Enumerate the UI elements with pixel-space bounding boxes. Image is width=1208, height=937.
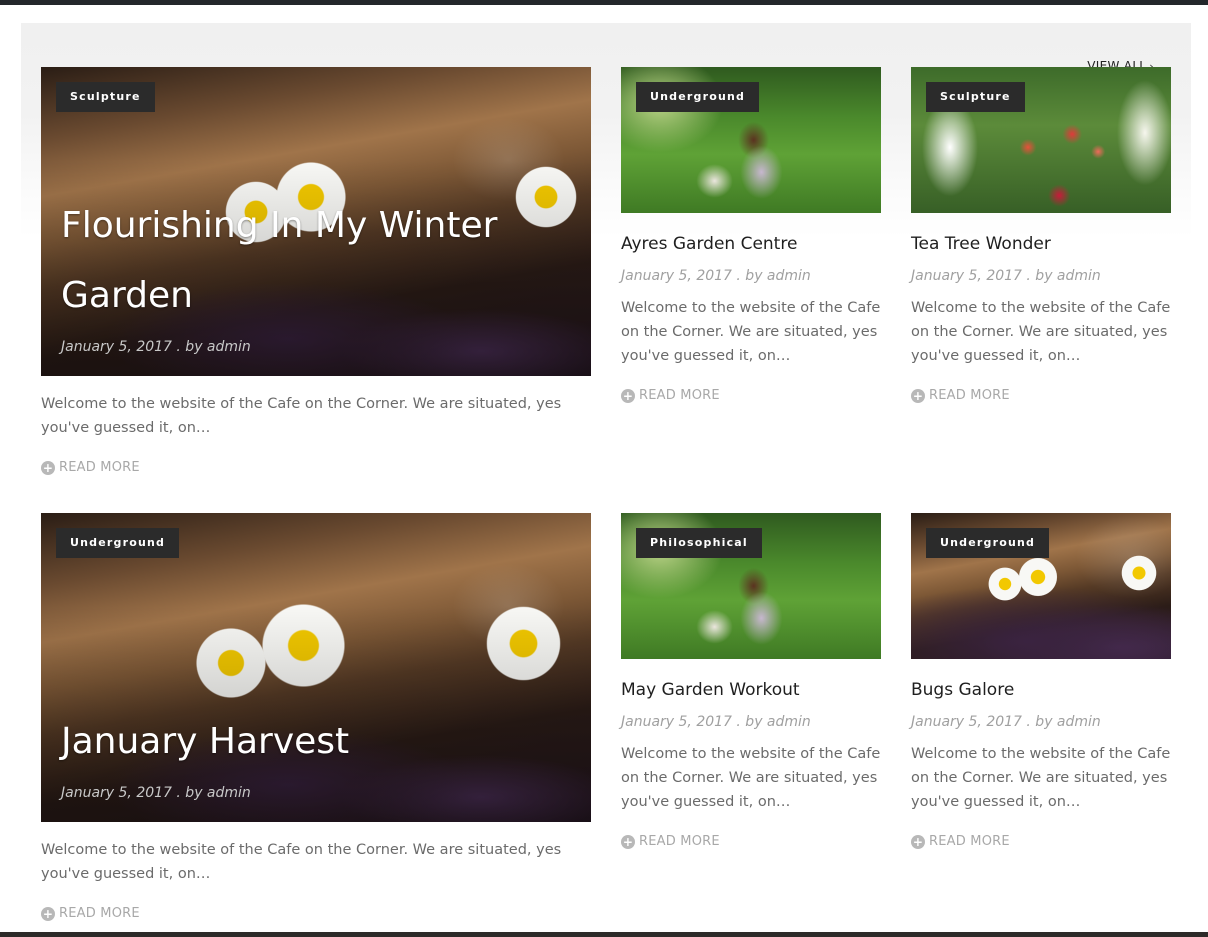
post-excerpt: Welcome to the website of the Cafe on th… (911, 746, 1171, 810)
post-image[interactable]: Underground (911, 513, 1171, 659)
category-badge[interactable]: Philosophical (636, 528, 762, 558)
bottom-bar (0, 932, 1208, 937)
read-more-link[interactable]: + READ MORE (911, 388, 1010, 403)
daisy-decoration (1016, 555, 1060, 599)
post-image[interactable]: Sculpture Flourishing In My Winter Garde… (41, 67, 591, 376)
read-more-link[interactable]: + READ MORE (41, 460, 140, 475)
read-more-label: READ MORE (639, 834, 720, 849)
daisy-decoration (1119, 553, 1159, 593)
post-meta: January 5, 2017 . by admin (621, 268, 811, 284)
read-more-label: READ MORE (929, 834, 1010, 849)
post-title[interactable]: Flourishing In My Winter Garden (61, 191, 561, 331)
read-more-label: READ MORE (59, 460, 140, 475)
plus-circle-icon: + (621, 388, 635, 403)
post-title[interactable]: May Garden Workout (621, 680, 800, 700)
post-meta: January 5, 2017 . by admin (911, 714, 1101, 730)
read-more-label: READ MORE (929, 388, 1010, 403)
read-more-link[interactable]: + READ MORE (41, 906, 140, 921)
post-meta: January 5, 2017 . by admin (61, 785, 251, 801)
post-image[interactable]: Underground (621, 67, 881, 213)
category-badge[interactable]: Underground (926, 528, 1050, 558)
post-title[interactable]: Ayres Garden Centre (621, 234, 797, 254)
post-excerpt: Welcome to the website of the Cafe on th… (911, 300, 1171, 364)
plus-circle-icon: + (41, 906, 55, 921)
post-meta: January 5, 2017 . by admin (61, 339, 251, 355)
post-image[interactable]: Underground January Harvest January 5, 2… (41, 513, 591, 822)
plus-circle-icon: + (41, 460, 55, 475)
category-badge[interactable]: Underground (636, 82, 760, 112)
post-title[interactable]: Bugs Galore (911, 680, 1014, 700)
read-more-label: READ MORE (59, 906, 140, 921)
post-image[interactable]: Sculpture (911, 67, 1171, 213)
read-more-link[interactable]: + READ MORE (911, 834, 1010, 849)
read-more-link[interactable]: + READ MORE (621, 388, 720, 403)
category-badge[interactable]: Sculpture (56, 82, 155, 112)
read-more-link[interactable]: + READ MORE (621, 834, 720, 849)
post-title[interactable]: January Harvest (61, 707, 561, 777)
post-excerpt: Welcome to the website of the Cafe on th… (41, 842, 562, 882)
category-badge[interactable]: Sculpture (926, 82, 1025, 112)
category-badge[interactable]: Underground (56, 528, 180, 558)
post-meta: January 5, 2017 . by admin (911, 268, 1101, 284)
post-image[interactable]: Philosophical (621, 513, 881, 659)
read-more-label: READ MORE (639, 388, 720, 403)
plus-circle-icon: + (911, 834, 925, 849)
post-excerpt: Welcome to the website of the Cafe on th… (41, 396, 562, 436)
post-excerpt: Welcome to the website of the Cafe on th… (621, 746, 881, 810)
top-bar (0, 0, 1208, 5)
post-title[interactable]: Tea Tree Wonder (911, 234, 1051, 254)
post-excerpt: Welcome to the website of the Cafe on th… (621, 300, 881, 364)
plus-circle-icon: + (911, 388, 925, 403)
post-meta: January 5, 2017 . by admin (621, 714, 811, 730)
plus-circle-icon: + (621, 834, 635, 849)
